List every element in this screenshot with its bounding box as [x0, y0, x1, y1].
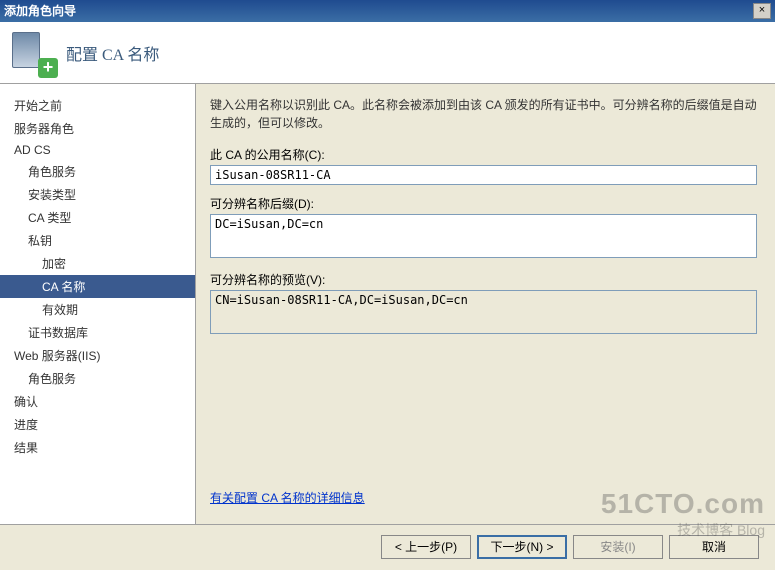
common-name-label: 此 CA 的公用名称(C):: [210, 146, 757, 163]
sidebar-item-3[interactable]: 角色服务: [0, 160, 195, 183]
sidebar-item-15[interactable]: 结果: [0, 436, 195, 459]
dn-preview-textarea: [210, 290, 757, 334]
sidebar-item-6[interactable]: 私钥: [0, 229, 195, 252]
header-band: + 配置 CA 名称: [0, 22, 775, 84]
window-title: 添加角色向导: [4, 0, 76, 22]
sidebar-item-2[interactable]: AD CS: [0, 140, 195, 160]
close-icon[interactable]: ×: [753, 3, 771, 19]
next-button[interactable]: 下一步(N) >: [477, 535, 567, 559]
more-info-link[interactable]: 有关配置 CA 名称的详细信息: [210, 489, 365, 506]
button-row: < 上一步(P) 下一步(N) > 安装(I) 取消: [0, 524, 775, 568]
sidebar-item-7[interactable]: 加密: [0, 252, 195, 275]
sidebar-item-11[interactable]: Web 服务器(IIS): [0, 344, 195, 367]
sidebar-item-10[interactable]: 证书数据库: [0, 321, 195, 344]
sidebar-item-13[interactable]: 确认: [0, 390, 195, 413]
dn-preview-label: 可分辨名称的预览(V):: [210, 271, 757, 288]
common-name-input[interactable]: [210, 165, 757, 185]
sidebar-item-5[interactable]: CA 类型: [0, 206, 195, 229]
main-panel: 键入公用名称以识别此 CA。此名称会被添加到由该 CA 颁发的所有证书中。可分辨…: [195, 84, 775, 524]
titlebar: 添加角色向导 ×: [0, 0, 775, 22]
page-title: 配置 CA 名称: [66, 41, 159, 65]
sidebar-item-0[interactable]: 开始之前: [0, 94, 195, 117]
sidebar: 开始之前服务器角色AD CS角色服务安装类型CA 类型私钥加密CA 名称有效期证…: [0, 84, 195, 524]
instruction-text: 键入公用名称以识别此 CA。此名称会被添加到由该 CA 颁发的所有证书中。可分辨…: [210, 96, 757, 132]
prev-button[interactable]: < 上一步(P): [381, 535, 471, 559]
cancel-button[interactable]: 取消: [669, 535, 759, 559]
sidebar-item-14[interactable]: 进度: [0, 413, 195, 436]
sidebar-item-12[interactable]: 角色服务: [0, 367, 195, 390]
server-plus-icon: +: [12, 32, 54, 74]
content-row: 开始之前服务器角色AD CS角色服务安装类型CA 类型私钥加密CA 名称有效期证…: [0, 84, 775, 524]
sidebar-item-1[interactable]: 服务器角色: [0, 117, 195, 140]
dn-suffix-textarea[interactable]: [210, 214, 757, 258]
dn-suffix-label: 可分辨名称后缀(D):: [210, 195, 757, 212]
install-button: 安装(I): [573, 535, 663, 559]
sidebar-item-8[interactable]: CA 名称: [0, 275, 195, 298]
sidebar-item-9[interactable]: 有效期: [0, 298, 195, 321]
sidebar-item-4[interactable]: 安装类型: [0, 183, 195, 206]
